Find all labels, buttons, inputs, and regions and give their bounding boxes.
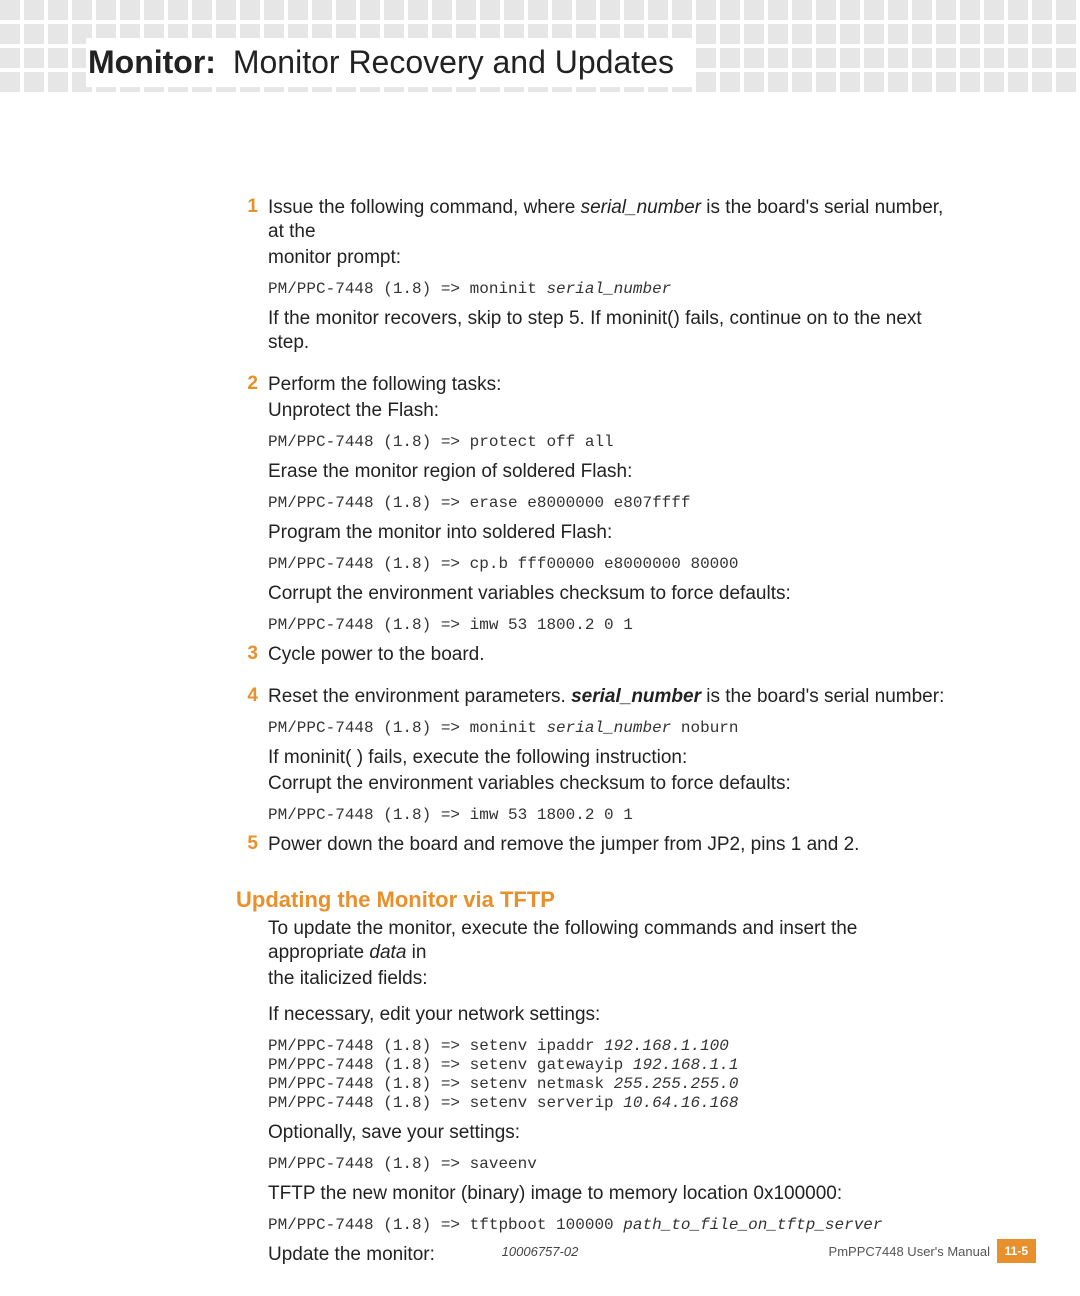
step-number: 3 <box>236 643 258 665</box>
step-text: Unprotect the Flash: <box>268 399 956 423</box>
page-content: 1 Issue the following command, where ser… <box>236 196 956 1269</box>
body-text: If necessary, edit your network settings… <box>268 1003 956 1027</box>
section-body: To update the monitor, execute the follo… <box>236 917 956 1267</box>
code-block: PM/PPC-7448 (1.8) => moninit serial_numb… <box>268 280 956 299</box>
code-block: PM/PPC-7448 (1.8) => erase e8000000 e807… <box>268 494 956 513</box>
step-text: Issue the following command, where seria… <box>268 196 956 244</box>
section-heading: Updating the Monitor via TFTP <box>236 887 956 913</box>
step-text: Erase the monitor region of soldered Fla… <box>268 460 956 484</box>
page-title-light: Monitor Recovery and Updates <box>233 44 674 80</box>
step-1: 1 Issue the following command, where ser… <box>236 196 956 355</box>
code-block: PM/PPC-7448 (1.8) => cp.b fff00000 e8000… <box>268 555 956 574</box>
body-text: the italicized fields: <box>268 967 956 991</box>
body-text: To update the monitor, execute the follo… <box>268 917 956 965</box>
code-block: PM/PPC-7448 (1.8) => protect off all <box>268 433 956 452</box>
page-footer: 10006757-02 PmPPC7448 User's Manual 11-5 <box>0 1244 1080 1272</box>
code-block: PM/PPC-7448 (1.8) => imw 53 1800.2 0 1 <box>268 806 956 825</box>
step-number: 2 <box>236 373 258 395</box>
footer-page-number: 11-5 <box>997 1239 1036 1263</box>
step-4: 4 Reset the environment parameters. seri… <box>236 685 956 825</box>
step-text: If the monitor recovers, skip to step 5.… <box>268 307 956 355</box>
step-text: Program the monitor into soldered Flash: <box>268 521 956 545</box>
step-5: 5 Power down the board and remove the ju… <box>236 833 956 857</box>
footer-manual-name: PmPPC7448 User's Manual <box>829 1244 990 1259</box>
step-text: Corrupt the environment variables checks… <box>268 582 956 606</box>
step-text: Power down the board and remove the jump… <box>268 833 956 857</box>
step-number: 5 <box>236 833 258 855</box>
code-block: PM/PPC-7448 (1.8) => imw 53 1800.2 0 1 <box>268 616 956 635</box>
dot-row <box>0 0 1080 20</box>
page-title: Monitor: Monitor Recovery and Updates <box>86 38 692 87</box>
step-text: If moninit( ) fails, execute the followi… <box>268 746 956 770</box>
step-number: 4 <box>236 685 258 707</box>
step-3: 3 Cycle power to the board. <box>236 643 956 667</box>
body-text: TFTP the new monitor (binary) image to m… <box>268 1182 956 1206</box>
step-2: 2 Perform the following tasks: Unprotect… <box>236 373 956 635</box>
step-text: Reset the environment parameters. serial… <box>268 685 956 709</box>
step-number: 1 <box>236 196 258 218</box>
step-text: Cycle power to the board. <box>268 643 956 667</box>
footer-docnum: 10006757-02 <box>502 1244 579 1259</box>
step-text: Perform the following tasks: <box>268 373 956 397</box>
body-text: Optionally, save your settings: <box>268 1121 956 1145</box>
code-block: PM/PPC-7448 (1.8) => saveenv <box>268 1155 956 1174</box>
step-text: Corrupt the environment variables checks… <box>268 772 956 796</box>
code-block: PM/PPC-7448 (1.8) => moninit serial_numb… <box>268 719 956 738</box>
code-block: PM/PPC-7448 (1.8) => setenv ipaddr 192.1… <box>268 1037 956 1113</box>
page-title-bold: Monitor: <box>88 44 216 80</box>
step-text: monitor prompt: <box>268 246 956 270</box>
code-block: PM/PPC-7448 (1.8) => tftpboot 100000 pat… <box>268 1216 956 1235</box>
